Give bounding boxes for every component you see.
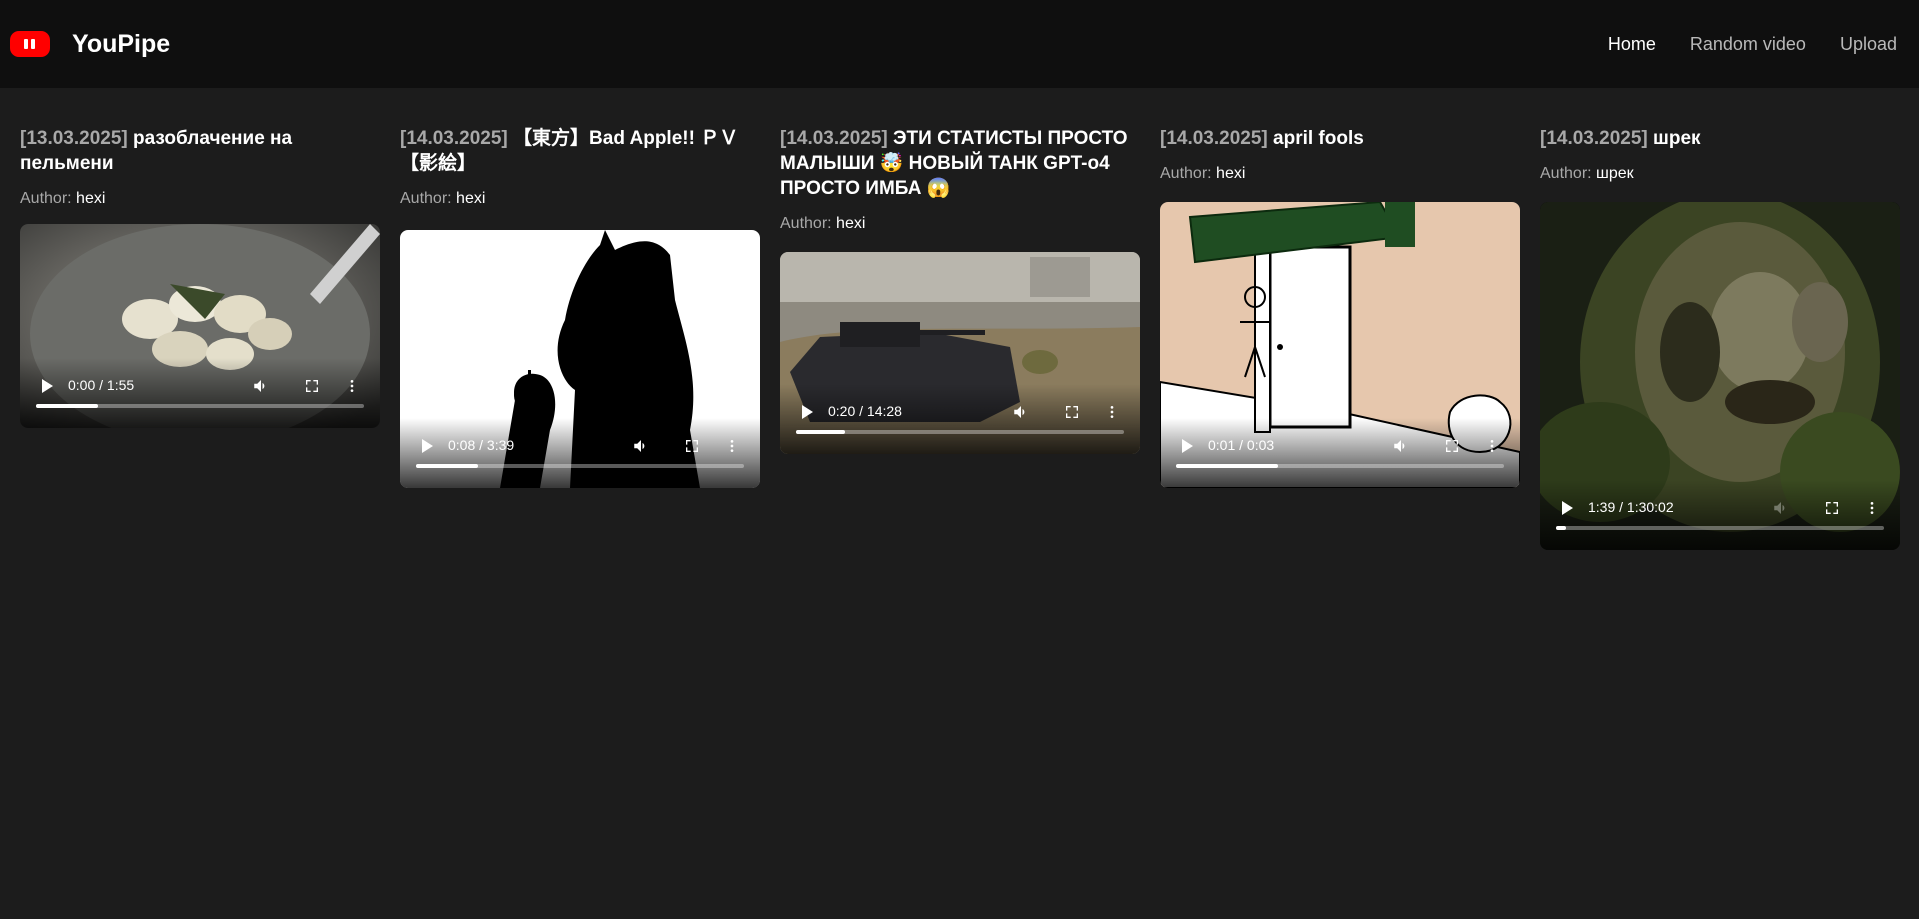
time-display: 0:01 / 0:03 xyxy=(1208,437,1275,453)
video-date: [14.03.2025] xyxy=(1160,128,1268,149)
video-card: [14.03.2025] ЭТИ СТАТИСТЫ ПРОСТО МАЛЫШИ … xyxy=(780,126,1140,233)
video-date: [14.03.2025] xyxy=(400,128,508,149)
more-options-icon[interactable] xyxy=(724,437,740,455)
time-display: 0:08 / 3:39 xyxy=(448,437,515,453)
time-display: 0:20 / 14:28 xyxy=(828,403,902,419)
fullscreen-icon[interactable] xyxy=(1444,438,1460,454)
progress-bar[interactable] xyxy=(416,464,744,468)
volume-icon[interactable] xyxy=(1392,437,1410,455)
nav-home[interactable]: Home xyxy=(1608,34,1656,55)
volume-icon[interactable] xyxy=(1772,499,1790,517)
play-icon[interactable] xyxy=(1562,501,1573,515)
progress-fill xyxy=(1556,526,1566,530)
time-display: 1:39 / 1:30:02 xyxy=(1588,499,1674,515)
video-author: Author: hexi xyxy=(20,190,380,208)
video-card: [14.03.2025] april fools Author: hexi xyxy=(1160,126,1520,183)
progress-bar[interactable] xyxy=(1176,464,1504,468)
video-player[interactable]: 0:00 / 1:55 xyxy=(20,224,380,428)
player-controls: 0:08 / 3:39 xyxy=(400,418,760,488)
play-icon[interactable] xyxy=(1182,439,1193,453)
player-controls: 0:01 / 0:03 xyxy=(1160,418,1520,488)
author-name: hexi xyxy=(76,190,106,207)
progress-fill xyxy=(1176,464,1278,468)
video-title-text: april fools xyxy=(1273,128,1364,149)
volume-icon[interactable] xyxy=(1012,403,1030,421)
author-label: Author: xyxy=(400,190,452,207)
player-controls: 0:00 / 1:55 xyxy=(20,358,380,428)
video-title[interactable]: [14.03.2025] шрек xyxy=(1540,126,1900,151)
fullscreen-icon[interactable] xyxy=(1824,500,1840,516)
progress-bar[interactable] xyxy=(1556,526,1884,530)
video-title[interactable]: [14.03.2025] ЭТИ СТАТИСТЫ ПРОСТО МАЛЫШИ … xyxy=(780,126,1140,201)
progress-fill xyxy=(796,430,846,434)
video-author: Author: hexi xyxy=(1160,165,1520,183)
video-date: [14.03.2025] xyxy=(780,128,888,149)
video-title[interactable]: [14.03.2025] april fools xyxy=(1160,126,1520,151)
progress-bar[interactable] xyxy=(36,404,364,408)
youpipe-logo-icon[interactable] xyxy=(10,31,50,57)
author-label: Author: xyxy=(1160,165,1212,182)
author-name: hexi xyxy=(836,215,866,232)
nav-upload[interactable]: Upload xyxy=(1840,34,1897,55)
author-label: Author: xyxy=(1540,165,1592,182)
progress-fill xyxy=(416,464,479,468)
video-card: [14.03.2025] шрек Author: шрек xyxy=(1540,126,1900,183)
author-name: hexi xyxy=(456,190,486,207)
top-bar: YouPipe Home Random video Upload xyxy=(0,0,1919,88)
play-icon[interactable] xyxy=(422,439,433,453)
progress-bar[interactable] xyxy=(796,430,1124,434)
video-player[interactable]: 1:39 / 1:30:02 xyxy=(1540,202,1900,550)
author-name: шрек xyxy=(1596,165,1634,182)
brand-name[interactable]: YouPipe xyxy=(72,30,170,59)
video-player[interactable]: 0:08 / 3:39 xyxy=(400,230,760,488)
volume-icon[interactable] xyxy=(252,377,270,395)
video-title-text: шрек xyxy=(1653,128,1701,149)
video-date: [14.03.2025] xyxy=(1540,128,1648,149)
video-player[interactable]: 0:01 / 0:03 xyxy=(1160,202,1520,488)
player-controls: 0:20 / 14:28 xyxy=(780,384,1140,454)
video-card: [14.03.2025] 【東方】Bad Apple!! ＰＶ【影絵】 Auth… xyxy=(400,126,760,208)
author-name: hexi xyxy=(1216,165,1246,182)
author-label: Author: xyxy=(780,215,832,232)
fullscreen-icon[interactable] xyxy=(684,438,700,454)
fullscreen-icon[interactable] xyxy=(304,378,320,394)
brand[interactable]: YouPipe xyxy=(10,30,170,59)
author-label: Author: xyxy=(20,190,72,207)
volume-icon[interactable] xyxy=(632,437,650,455)
video-author: Author: шрек xyxy=(1540,165,1900,183)
video-player[interactable]: 0:20 / 14:28 xyxy=(780,252,1140,454)
more-options-icon[interactable] xyxy=(1864,499,1880,517)
main-nav: Home Random video Upload xyxy=(1608,34,1897,55)
progress-fill xyxy=(36,404,99,408)
more-options-icon[interactable] xyxy=(344,377,360,395)
video-author: Author: hexi xyxy=(400,190,760,208)
video-date: [13.03.2025] xyxy=(20,128,128,149)
video-author: Author: hexi xyxy=(780,215,1140,233)
more-options-icon[interactable] xyxy=(1104,403,1120,421)
play-icon[interactable] xyxy=(42,379,53,393)
player-controls: 1:39 / 1:30:02 xyxy=(1540,480,1900,550)
nav-random-video[interactable]: Random video xyxy=(1690,34,1806,55)
video-card: [13.03.2025] разоблачение на пельмени Au… xyxy=(20,126,380,208)
time-display: 0:00 / 1:55 xyxy=(68,377,135,393)
video-title[interactable]: [14.03.2025] 【東方】Bad Apple!! ＰＶ【影絵】 xyxy=(400,126,760,176)
fullscreen-icon[interactable] xyxy=(1064,404,1080,420)
more-options-icon[interactable] xyxy=(1484,437,1500,455)
video-title[interactable]: [13.03.2025] разоблачение на пельмени xyxy=(20,126,380,176)
play-icon[interactable] xyxy=(802,405,813,419)
